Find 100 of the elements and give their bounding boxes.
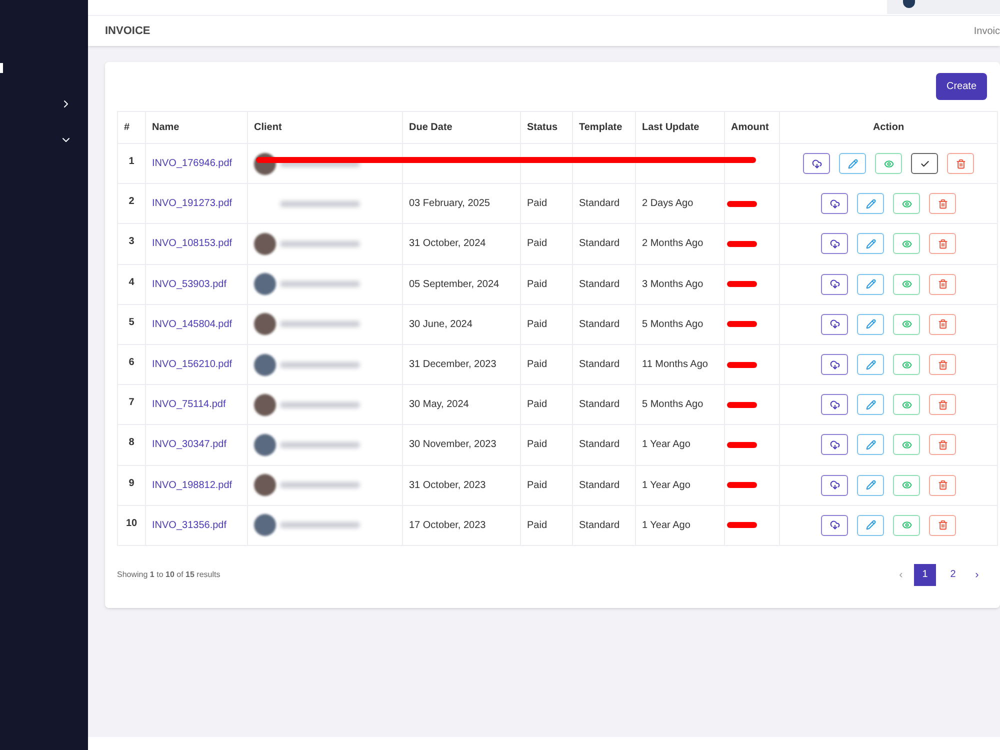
mark-paid-button[interactable] bbox=[911, 153, 938, 174]
trash-icon bbox=[938, 520, 948, 530]
view-button[interactable] bbox=[893, 474, 920, 496]
page-title: INVOICE bbox=[105, 24, 150, 39]
create-button[interactable]: Create bbox=[936, 73, 987, 100]
template: Standard bbox=[579, 359, 620, 370]
view-button[interactable] bbox=[893, 314, 920, 335]
eye-icon bbox=[902, 279, 912, 290]
user-menu[interactable] bbox=[887, 0, 1000, 14]
row-index: 2 bbox=[118, 184, 146, 224]
download-button[interactable] bbox=[821, 474, 848, 496]
eye-icon bbox=[902, 238, 912, 249]
delete-button[interactable] bbox=[947, 153, 974, 174]
eye-icon bbox=[902, 319, 912, 330]
delete-button[interactable] bbox=[929, 514, 956, 536]
pencil-icon bbox=[866, 520, 876, 530]
last-update: 1 Year Ago bbox=[642, 439, 690, 450]
download-button[interactable] bbox=[821, 354, 848, 376]
trash-icon bbox=[938, 279, 948, 290]
download-button[interactable] bbox=[821, 233, 848, 254]
pencil-icon bbox=[866, 440, 876, 450]
delete-button[interactable] bbox=[929, 474, 956, 496]
view-button[interactable] bbox=[893, 394, 920, 416]
cloud-download-icon bbox=[830, 520, 840, 530]
row-index: 6 bbox=[118, 344, 146, 385]
view-button[interactable] bbox=[893, 274, 920, 295]
edit-button[interactable] bbox=[857, 314, 884, 335]
edit-button[interactable] bbox=[857, 434, 884, 456]
cloud-download-icon bbox=[830, 198, 840, 209]
delete-button[interactable] bbox=[929, 274, 956, 295]
eye-icon bbox=[902, 400, 912, 410]
last-update: 5 Months Ago bbox=[642, 399, 704, 410]
template: Standard bbox=[579, 238, 620, 250]
view-button[interactable] bbox=[875, 153, 902, 174]
edit-button[interactable] bbox=[857, 474, 884, 496]
column-header: Last Update bbox=[636, 112, 724, 144]
edit-button[interactable] bbox=[857, 394, 884, 416]
download-button[interactable] bbox=[803, 153, 830, 174]
trash-icon bbox=[938, 319, 948, 330]
cloud-download-icon bbox=[830, 400, 840, 410]
delete-button[interactable] bbox=[929, 354, 956, 376]
due-date: 30 June, 2024 bbox=[409, 318, 472, 330]
pencil-icon bbox=[848, 158, 858, 169]
cloud-download-icon bbox=[830, 440, 840, 450]
pencil-icon bbox=[866, 400, 876, 410]
page-button[interactable]: 1 bbox=[914, 564, 936, 586]
results-summary: Showing 1 to 10 of 15 results bbox=[117, 568, 220, 581]
last-update: 11 Months Ago bbox=[642, 359, 708, 370]
view-button[interactable] bbox=[893, 193, 920, 214]
view-button[interactable] bbox=[893, 514, 920, 536]
view-button[interactable] bbox=[893, 434, 920, 456]
page-button[interactable]: 2 bbox=[942, 564, 964, 586]
pencil-icon bbox=[866, 480, 876, 490]
edit-button[interactable] bbox=[857, 233, 884, 254]
edit-button[interactable] bbox=[857, 514, 884, 536]
pencil-icon bbox=[866, 238, 876, 249]
pencil-icon bbox=[866, 360, 876, 370]
delete-button[interactable] bbox=[929, 193, 956, 214]
last-update: 5 Months Ago bbox=[642, 318, 704, 330]
next-page-button[interactable]: › bbox=[970, 564, 984, 586]
template: Standard bbox=[579, 480, 620, 491]
edit-button[interactable] bbox=[857, 354, 884, 376]
eye-icon bbox=[902, 440, 912, 450]
download-button[interactable] bbox=[821, 394, 848, 416]
trash-icon bbox=[938, 400, 948, 410]
edit-button[interactable] bbox=[839, 153, 866, 174]
breadcrumb[interactable]: Invoic bbox=[974, 24, 1000, 38]
template: Standard bbox=[579, 520, 620, 531]
eye-icon bbox=[902, 480, 912, 490]
status: Paid bbox=[527, 480, 548, 491]
due-date: 30 November, 2023 bbox=[409, 439, 496, 450]
status: Paid bbox=[527, 359, 548, 370]
download-button[interactable] bbox=[821, 193, 848, 214]
delete-button[interactable] bbox=[929, 394, 956, 416]
row-index: 3 bbox=[118, 224, 146, 264]
download-button[interactable] bbox=[821, 314, 848, 335]
download-button[interactable] bbox=[821, 514, 848, 536]
row-index: 10 bbox=[118, 505, 146, 546]
column-header: Action bbox=[780, 112, 998, 144]
row-index: 1 bbox=[118, 144, 146, 184]
delete-button[interactable] bbox=[929, 434, 956, 456]
trash-icon bbox=[938, 198, 948, 209]
edit-button[interactable] bbox=[857, 193, 884, 214]
download-button[interactable] bbox=[821, 434, 848, 456]
last-update: 1 Year Ago bbox=[642, 480, 690, 491]
eye-icon bbox=[884, 158, 894, 169]
delete-button[interactable] bbox=[929, 314, 956, 335]
due-date: 17 October, 2023 bbox=[409, 520, 486, 531]
template: Standard bbox=[579, 399, 620, 410]
trash-icon bbox=[938, 360, 948, 370]
column-header: Name bbox=[146, 112, 248, 144]
trash-icon bbox=[956, 158, 966, 169]
column-header: # bbox=[118, 112, 146, 144]
view-button[interactable] bbox=[893, 354, 920, 376]
edit-button[interactable] bbox=[857, 274, 884, 295]
view-button[interactable] bbox=[893, 233, 920, 254]
row-index: 9 bbox=[118, 465, 146, 506]
download-button[interactable] bbox=[821, 274, 848, 295]
trash-icon bbox=[938, 238, 948, 249]
delete-button[interactable] bbox=[929, 233, 956, 254]
